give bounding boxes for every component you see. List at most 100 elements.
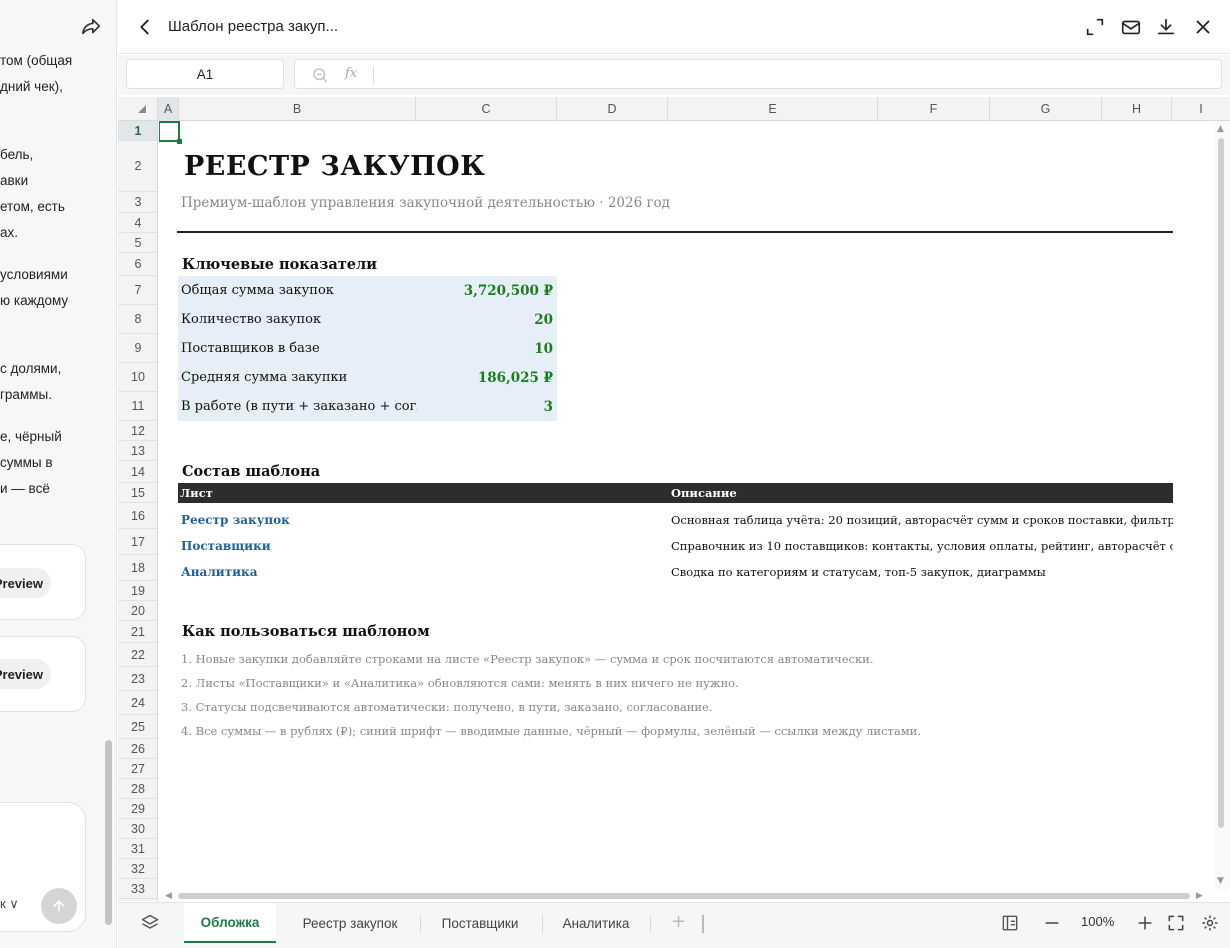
row-header-cell[interactable]: 28 bbox=[118, 779, 157, 799]
kpi-label[interactable]: Средняя сумма закупки bbox=[181, 370, 417, 385]
row-header-cell[interactable]: 5 bbox=[118, 233, 157, 253]
row-header-cell[interactable]: 31 bbox=[118, 839, 157, 859]
row-header-cell[interactable]: 3 bbox=[118, 192, 157, 213]
kpi-label[interactable]: Количество закупок bbox=[181, 312, 417, 327]
howto-heading: Как пользоваться шаблоном bbox=[182, 623, 430, 640]
row-header-cell[interactable]: 26 bbox=[118, 739, 157, 759]
scroll-down-icon[interactable]: ▼ bbox=[1217, 876, 1224, 886]
row-header-cell[interactable]: 17 bbox=[118, 529, 157, 555]
kpi-label[interactable]: Поставщиков в базе bbox=[181, 341, 417, 356]
zoom-level[interactable]: 100% bbox=[1081, 914, 1114, 929]
tab-suppliers[interactable]: Поставщики bbox=[428, 903, 532, 943]
sheet-description[interactable]: Сводка по категориям и статусам, топ-5 з… bbox=[671, 565, 1173, 579]
sheet-link[interactable]: Аналитика bbox=[181, 565, 257, 579]
settings-icon[interactable] bbox=[1200, 913, 1220, 933]
row-header-cell[interactable]: 4 bbox=[118, 213, 157, 233]
formula-input[interactable]: fx bbox=[294, 59, 1222, 89]
row-header-cell[interactable]: 27 bbox=[118, 759, 157, 779]
row-header-cell[interactable]: 9 bbox=[118, 334, 157, 363]
select-all-corner[interactable] bbox=[118, 97, 158, 121]
scroll-up-icon[interactable]: ▲ bbox=[1217, 124, 1224, 134]
preview-button[interactable]: Preview bbox=[0, 568, 51, 598]
zoom-in-icon[interactable] bbox=[1135, 913, 1155, 933]
row-header-cell[interactable]: 1 bbox=[118, 121, 157, 141]
magnifier-icon[interactable] bbox=[311, 66, 329, 84]
vertical-scroll-thumb[interactable] bbox=[1218, 138, 1224, 828]
horizontal-scroll-thumb[interactable] bbox=[178, 893, 1190, 899]
kpi-label[interactable]: Общая сумма закупок bbox=[181, 283, 417, 298]
scroll-left-icon[interactable]: ◀ bbox=[165, 891, 172, 901]
row-header-cell[interactable]: 11 bbox=[118, 392, 157, 421]
row-header-cell[interactable]: 33 bbox=[118, 879, 157, 899]
row-header-cell[interactable]: 23 bbox=[118, 667, 157, 691]
kpi-value[interactable]: 3,720,500 ₽ bbox=[464, 283, 553, 299]
column-header-cell[interactable]: G bbox=[990, 97, 1102, 121]
row-header-cell[interactable]: 29 bbox=[118, 799, 157, 819]
selected-cell[interactable] bbox=[159, 121, 182, 144]
artifact-card[interactable]: Preview bbox=[0, 544, 86, 620]
column-header-cell[interactable]: C bbox=[416, 97, 557, 121]
kpi-value[interactable]: 3 bbox=[544, 399, 553, 415]
back-arrow-icon[interactable] bbox=[134, 16, 156, 38]
layers-icon[interactable] bbox=[140, 913, 160, 933]
row-header-cell[interactable]: 18 bbox=[118, 555, 157, 581]
tab-registry[interactable]: Реестр закупок bbox=[288, 903, 412, 943]
row-header-cell[interactable]: 20 bbox=[118, 601, 157, 621]
row-header-cell[interactable]: 16 bbox=[118, 503, 157, 529]
scroll-right-icon[interactable]: ▶ bbox=[1196, 891, 1203, 901]
column-header-cell[interactable]: A bbox=[158, 97, 179, 121]
row-header-cell[interactable]: 25 bbox=[118, 715, 157, 739]
row-header-cell[interactable]: 21 bbox=[118, 621, 157, 643]
row-header-cell[interactable]: 12 bbox=[118, 421, 157, 441]
howto-step[interactable]: 2. Листы «Поставщики» и «Аналитика» обно… bbox=[181, 676, 739, 690]
tab-analytics[interactable]: Аналитика bbox=[550, 903, 642, 943]
download-icon[interactable] bbox=[1155, 16, 1177, 38]
row-header-cell[interactable]: 13 bbox=[118, 441, 157, 461]
close-icon[interactable] bbox=[1192, 16, 1214, 38]
howto-step[interactable]: 3. Статусы подсвечиваются автоматически:… bbox=[181, 700, 713, 714]
column-header-cell[interactable]: E bbox=[668, 97, 878, 121]
row-header-cell[interactable]: 7 bbox=[118, 276, 157, 305]
sheet-view-icon[interactable] bbox=[1000, 913, 1020, 933]
sheet-description[interactable]: Основная таблица учёта: 20 позиций, авто… bbox=[671, 513, 1173, 527]
fullscreen-icon[interactable] bbox=[1166, 913, 1186, 933]
row-header-cell[interactable]: 24 bbox=[118, 691, 157, 715]
add-sheet-button[interactable]: + bbox=[671, 911, 686, 932]
mail-icon[interactable] bbox=[1120, 16, 1142, 38]
chat-scrollbar[interactable] bbox=[105, 740, 112, 925]
column-header-cell[interactable]: D bbox=[557, 97, 668, 121]
kpi-value[interactable]: 186,025 ₽ bbox=[478, 370, 553, 386]
sheet-description[interactable]: Справочник из 10 поставщиков: контакты, … bbox=[671, 539, 1173, 553]
column-header-cell[interactable]: F bbox=[878, 97, 990, 121]
zoom-out-icon[interactable] bbox=[1042, 913, 1062, 933]
cell-name-box[interactable]: A1 bbox=[126, 59, 284, 89]
row-header-cell[interactable]: 19 bbox=[118, 581, 157, 601]
tab-cover[interactable]: Обложка bbox=[184, 903, 276, 943]
share-icon[interactable] bbox=[80, 16, 102, 38]
send-button[interactable] bbox=[41, 888, 77, 924]
row-header-cell[interactable]: 30 bbox=[118, 819, 157, 839]
row-header-cell[interactable]: 22 bbox=[118, 643, 157, 667]
row-header-cell[interactable]: 6 bbox=[118, 253, 157, 276]
column-header-cell[interactable]: H bbox=[1102, 97, 1172, 121]
row-header-cell[interactable]: 15 bbox=[118, 483, 157, 503]
kpi-value[interactable]: 20 bbox=[534, 312, 553, 328]
kpi-value[interactable]: 10 bbox=[534, 341, 553, 357]
sheet-link[interactable]: Поставщики bbox=[181, 539, 271, 553]
row-header-cell[interactable]: 10 bbox=[118, 363, 157, 392]
howto-step[interactable]: 1. Новые закупки добавляйте строками на … bbox=[181, 652, 874, 666]
howto-step[interactable]: 4. Все суммы — в рублях (₽); синий шрифт… bbox=[181, 724, 921, 738]
column-header-cell[interactable]: B bbox=[179, 97, 416, 121]
preview-button[interactable]: Preview bbox=[0, 659, 51, 689]
row-header-cell[interactable]: 8 bbox=[118, 305, 157, 334]
sheet-canvas[interactable]: РЕЕСТР ЗАКУПОК Премиум-шаблон управления… bbox=[159, 121, 1215, 891]
expand-icon[interactable] bbox=[1084, 16, 1106, 38]
row-header-cell[interactable]: 2 bbox=[118, 141, 157, 192]
kpi-label[interactable]: В работе (в пути + заказано + согласован… bbox=[181, 399, 417, 414]
row-header-cell[interactable]: 14 bbox=[118, 461, 157, 483]
row-header-cell[interactable]: 32 bbox=[118, 859, 157, 879]
column-header-cell[interactable]: I bbox=[1172, 97, 1230, 121]
model-selector[interactable]: к ∨ bbox=[0, 896, 19, 912]
artifact-card[interactable]: Preview bbox=[0, 636, 86, 712]
sheet-link[interactable]: Реестр закупок bbox=[181, 513, 290, 527]
